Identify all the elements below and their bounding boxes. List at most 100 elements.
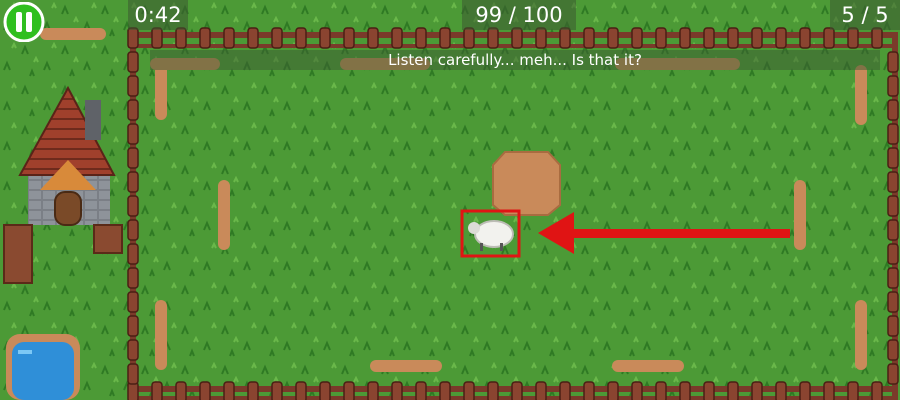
fence-post xyxy=(175,381,187,400)
fence-post xyxy=(823,27,835,49)
fence-post xyxy=(127,27,139,49)
fence-post xyxy=(487,381,499,400)
fence-post xyxy=(887,363,899,385)
fence-post xyxy=(775,381,787,400)
pond xyxy=(6,334,80,400)
fence-post xyxy=(655,381,667,400)
fence-post xyxy=(391,27,403,49)
fence-post xyxy=(511,381,523,400)
fence-post xyxy=(127,315,139,337)
fence-post xyxy=(727,27,739,49)
fence-post xyxy=(887,99,899,121)
fence-post xyxy=(151,27,163,49)
fence-post xyxy=(887,291,899,313)
fence-post xyxy=(631,381,643,400)
fence-post xyxy=(559,381,571,400)
hint-text: Listen carefully... meh... Is that it? xyxy=(150,50,880,70)
dirt-patch-top-left xyxy=(40,28,106,40)
fence-post xyxy=(343,381,355,400)
fence-post xyxy=(887,267,899,289)
fence-post xyxy=(887,171,899,193)
fence-post xyxy=(887,315,899,337)
fence-post xyxy=(127,267,139,289)
dirt-strip xyxy=(612,360,684,372)
fence-post xyxy=(295,27,307,49)
fence-post xyxy=(415,27,427,49)
dirt-strip xyxy=(155,300,167,370)
fence-post xyxy=(127,99,139,121)
fence-post xyxy=(887,123,899,145)
fence-post xyxy=(631,27,643,49)
fence-post xyxy=(319,27,331,49)
fence-post xyxy=(127,219,139,241)
fence-post xyxy=(535,381,547,400)
fence-post xyxy=(199,27,211,49)
dirt-strip xyxy=(794,180,806,250)
level-display: 5 / 5 xyxy=(830,0,900,30)
fence-post xyxy=(271,27,283,49)
fence-post xyxy=(887,339,899,361)
pause-icon xyxy=(3,1,45,43)
fence-post xyxy=(415,381,427,400)
fence-post xyxy=(751,381,763,400)
pause-button[interactable] xyxy=(2,1,46,43)
fence-post xyxy=(583,27,595,49)
fence-post xyxy=(887,219,899,241)
fence-post xyxy=(727,381,739,400)
fence-post xyxy=(247,27,259,49)
timer-display: 0:42 xyxy=(128,0,188,30)
fence-post xyxy=(887,51,899,73)
fence-post xyxy=(439,27,451,49)
fence-post xyxy=(127,171,139,193)
fence-post xyxy=(559,27,571,49)
fence-post xyxy=(463,27,475,49)
dirt-strip xyxy=(370,360,442,372)
fence-post xyxy=(607,27,619,49)
fence-post xyxy=(679,381,691,400)
fence-post xyxy=(887,75,899,97)
dirt-patch-center xyxy=(492,151,561,216)
fence-post xyxy=(127,363,139,385)
fence-post xyxy=(127,243,139,265)
score-display: 99 / 100 xyxy=(462,0,576,30)
fence-post xyxy=(175,27,187,49)
fence-post xyxy=(127,51,139,73)
fence-post xyxy=(535,27,547,49)
fence-post xyxy=(271,381,283,400)
fence-post xyxy=(871,381,883,400)
fence-post xyxy=(751,27,763,49)
dirt-strip xyxy=(155,65,167,120)
fence-post xyxy=(247,381,259,400)
fence-post xyxy=(343,27,355,49)
fence-post xyxy=(127,195,139,217)
fence-post xyxy=(583,381,595,400)
fence-post xyxy=(679,27,691,49)
fence-post xyxy=(463,381,475,400)
fence-post xyxy=(703,381,715,400)
fence-post xyxy=(799,381,811,400)
dirt-strip xyxy=(855,65,867,125)
fence-post xyxy=(151,381,163,400)
fence-post xyxy=(607,381,619,400)
dirt-strip xyxy=(855,300,867,370)
fence-post xyxy=(823,381,835,400)
fence-post xyxy=(223,27,235,49)
fence-post xyxy=(391,381,403,400)
fence-post xyxy=(127,75,139,97)
game-stage[interactable]: 0:42 99 / 100 5 / 5 Listen carefully... … xyxy=(0,0,900,400)
fence-post xyxy=(887,147,899,169)
fence-post xyxy=(799,27,811,49)
fence-post xyxy=(487,27,499,49)
fence-post xyxy=(295,381,307,400)
fence-post xyxy=(127,291,139,313)
fence-post xyxy=(847,27,859,49)
fence-post xyxy=(127,339,139,361)
fence-post xyxy=(367,381,379,400)
fence-post xyxy=(127,123,139,145)
fence-post xyxy=(439,381,451,400)
fence-post xyxy=(871,27,883,49)
fence-post xyxy=(655,27,667,49)
fence-post xyxy=(199,381,211,400)
fence-post xyxy=(319,381,331,400)
dirt-strip xyxy=(218,180,230,250)
